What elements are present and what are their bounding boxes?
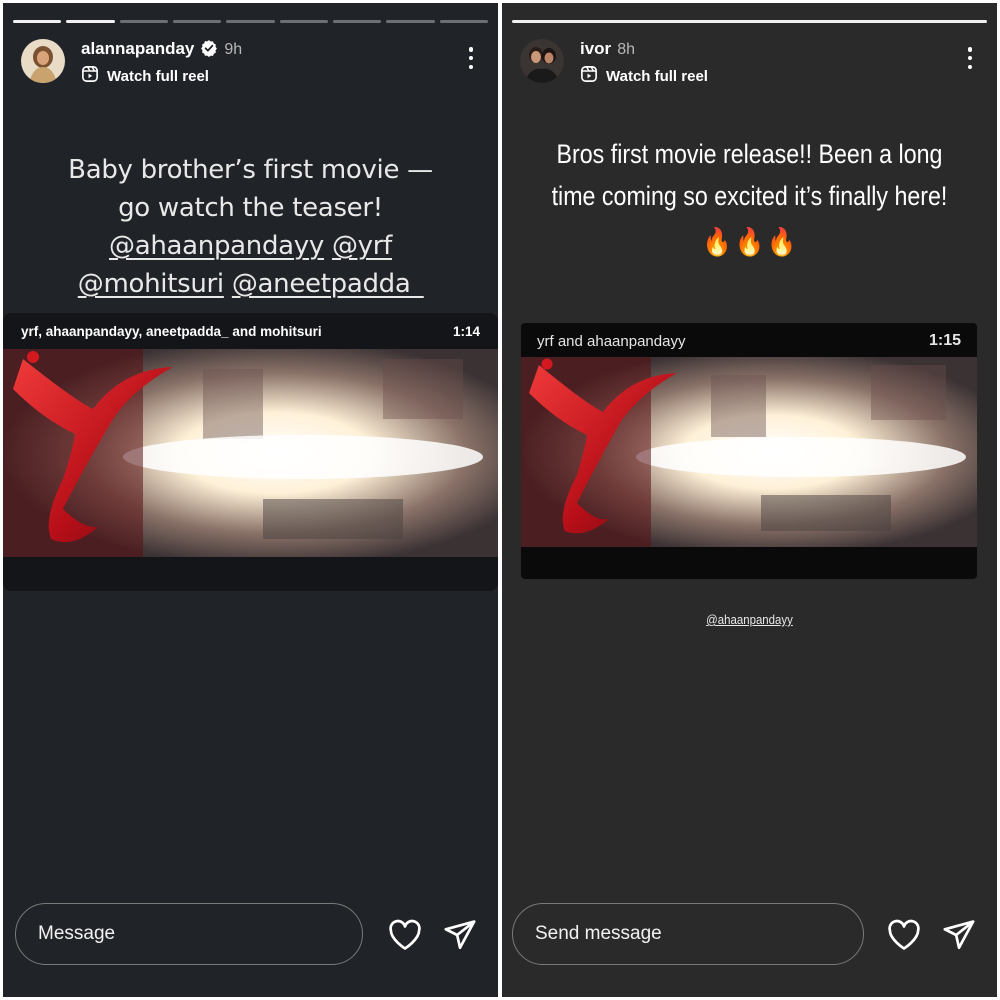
caption-line: Baby brother’s first movie — bbox=[68, 155, 433, 185]
reel-authors: yrf and ahaanpandayy bbox=[537, 332, 686, 350]
heart-icon[interactable] bbox=[388, 919, 422, 956]
watch-full-reel-link[interactable]: Watch full reel bbox=[580, 65, 708, 87]
progress-segment bbox=[119, 20, 168, 23]
story-progress-bar bbox=[13, 20, 488, 23]
story-progress-bar bbox=[512, 20, 987, 23]
fire-emoji: 🔥 bbox=[767, 227, 797, 257]
fire-emoji: 🔥 bbox=[702, 227, 732, 257]
caption-line: go watch the teaser! bbox=[118, 193, 383, 223]
mention-link[interactable]: @ahaanpandayy bbox=[532, 612, 968, 627]
reel-preview[interactable]: yrf and ahaanpandayy 1:15 bbox=[521, 323, 977, 579]
avatar[interactable] bbox=[21, 39, 65, 83]
heart-icon[interactable] bbox=[887, 919, 921, 956]
message-placeholder: Send message bbox=[535, 923, 662, 944]
progress-segment bbox=[512, 20, 987, 23]
progress-segment bbox=[439, 20, 488, 23]
progress-segment bbox=[13, 20, 62, 23]
message-input[interactable]: Send message bbox=[512, 903, 864, 965]
progress-segment bbox=[386, 20, 435, 23]
caption-line: time coming so excited it’s finally here… bbox=[551, 181, 948, 211]
mention-link[interactable]: @aneetpadda_ bbox=[232, 269, 424, 299]
progress-segment bbox=[279, 20, 328, 23]
reel-duration: 1:15 bbox=[928, 332, 961, 349]
story-header: alannapanday 9h bbox=[81, 39, 242, 62]
username[interactable]: ivor bbox=[580, 39, 611, 58]
mention-link[interactable]: @yrf bbox=[332, 231, 392, 261]
emoji-row: 🔥 🔥 🔥 bbox=[537, 221, 963, 263]
reel-preview[interactable]: yrf, ahaanpandayy, aneetpadda_ and mohit… bbox=[3, 313, 498, 591]
story-header: ivor 8h bbox=[580, 39, 635, 59]
progress-segment bbox=[66, 20, 115, 23]
reel-thumbnail bbox=[521, 357, 977, 547]
reel-meta: yrf and ahaanpandayy 1:15 bbox=[521, 323, 977, 359]
watch-full-reel-link[interactable]: Watch full reel bbox=[81, 65, 209, 87]
more-options-icon[interactable] bbox=[468, 47, 474, 69]
story-panel-right: ivor 8h Watch full reel Bros first movie … bbox=[502, 3, 997, 997]
reel-icon bbox=[81, 65, 99, 87]
verified-badge-icon bbox=[200, 39, 218, 62]
story-time: 8h bbox=[617, 41, 635, 58]
message-placeholder: Message bbox=[38, 923, 116, 944]
watch-full-reel-label: Watch full reel bbox=[107, 67, 209, 85]
mention-link[interactable]: @ahaanpandayy bbox=[109, 231, 324, 261]
story-caption: Bros first movie release!! Been a long t… bbox=[537, 133, 963, 263]
reel-duration: 1:14 bbox=[452, 323, 480, 339]
reel-meta: yrf, ahaanpandayy, aneetpadda_ and mohit… bbox=[3, 313, 498, 349]
message-input[interactable]: Message bbox=[15, 903, 363, 965]
caption-mentions: @ahaanpandayy @yrf bbox=[3, 227, 498, 265]
avatar[interactable] bbox=[520, 39, 564, 83]
progress-segment bbox=[172, 20, 222, 23]
progress-segment bbox=[332, 20, 382, 23]
mention-link[interactable]: @mohitsuri bbox=[78, 269, 224, 299]
watch-full-reel-label: Watch full reel bbox=[606, 67, 708, 85]
username[interactable]: alannapanday bbox=[81, 39, 194, 58]
progress-segment bbox=[226, 20, 275, 23]
fire-emoji: 🔥 bbox=[735, 227, 764, 257]
caption-line: Bros first movie release!! Been a long bbox=[556, 139, 943, 169]
caption-mentions: @mohitsuri @aneetpadda_ bbox=[3, 265, 498, 303]
story-time: 9h bbox=[224, 41, 243, 58]
reel-icon bbox=[580, 65, 598, 87]
send-icon[interactable] bbox=[443, 919, 477, 956]
story-caption: Baby brother’s first movie — go watch th… bbox=[3, 151, 498, 303]
send-icon[interactable] bbox=[942, 919, 976, 956]
more-options-icon[interactable] bbox=[967, 47, 973, 69]
reel-thumbnail bbox=[3, 349, 498, 557]
story-panel-left: alannapanday 9h Watch full reel Baby brot… bbox=[3, 3, 498, 997]
reel-authors: yrf, ahaanpandayy, aneetpadda_ and mohit… bbox=[21, 323, 322, 339]
